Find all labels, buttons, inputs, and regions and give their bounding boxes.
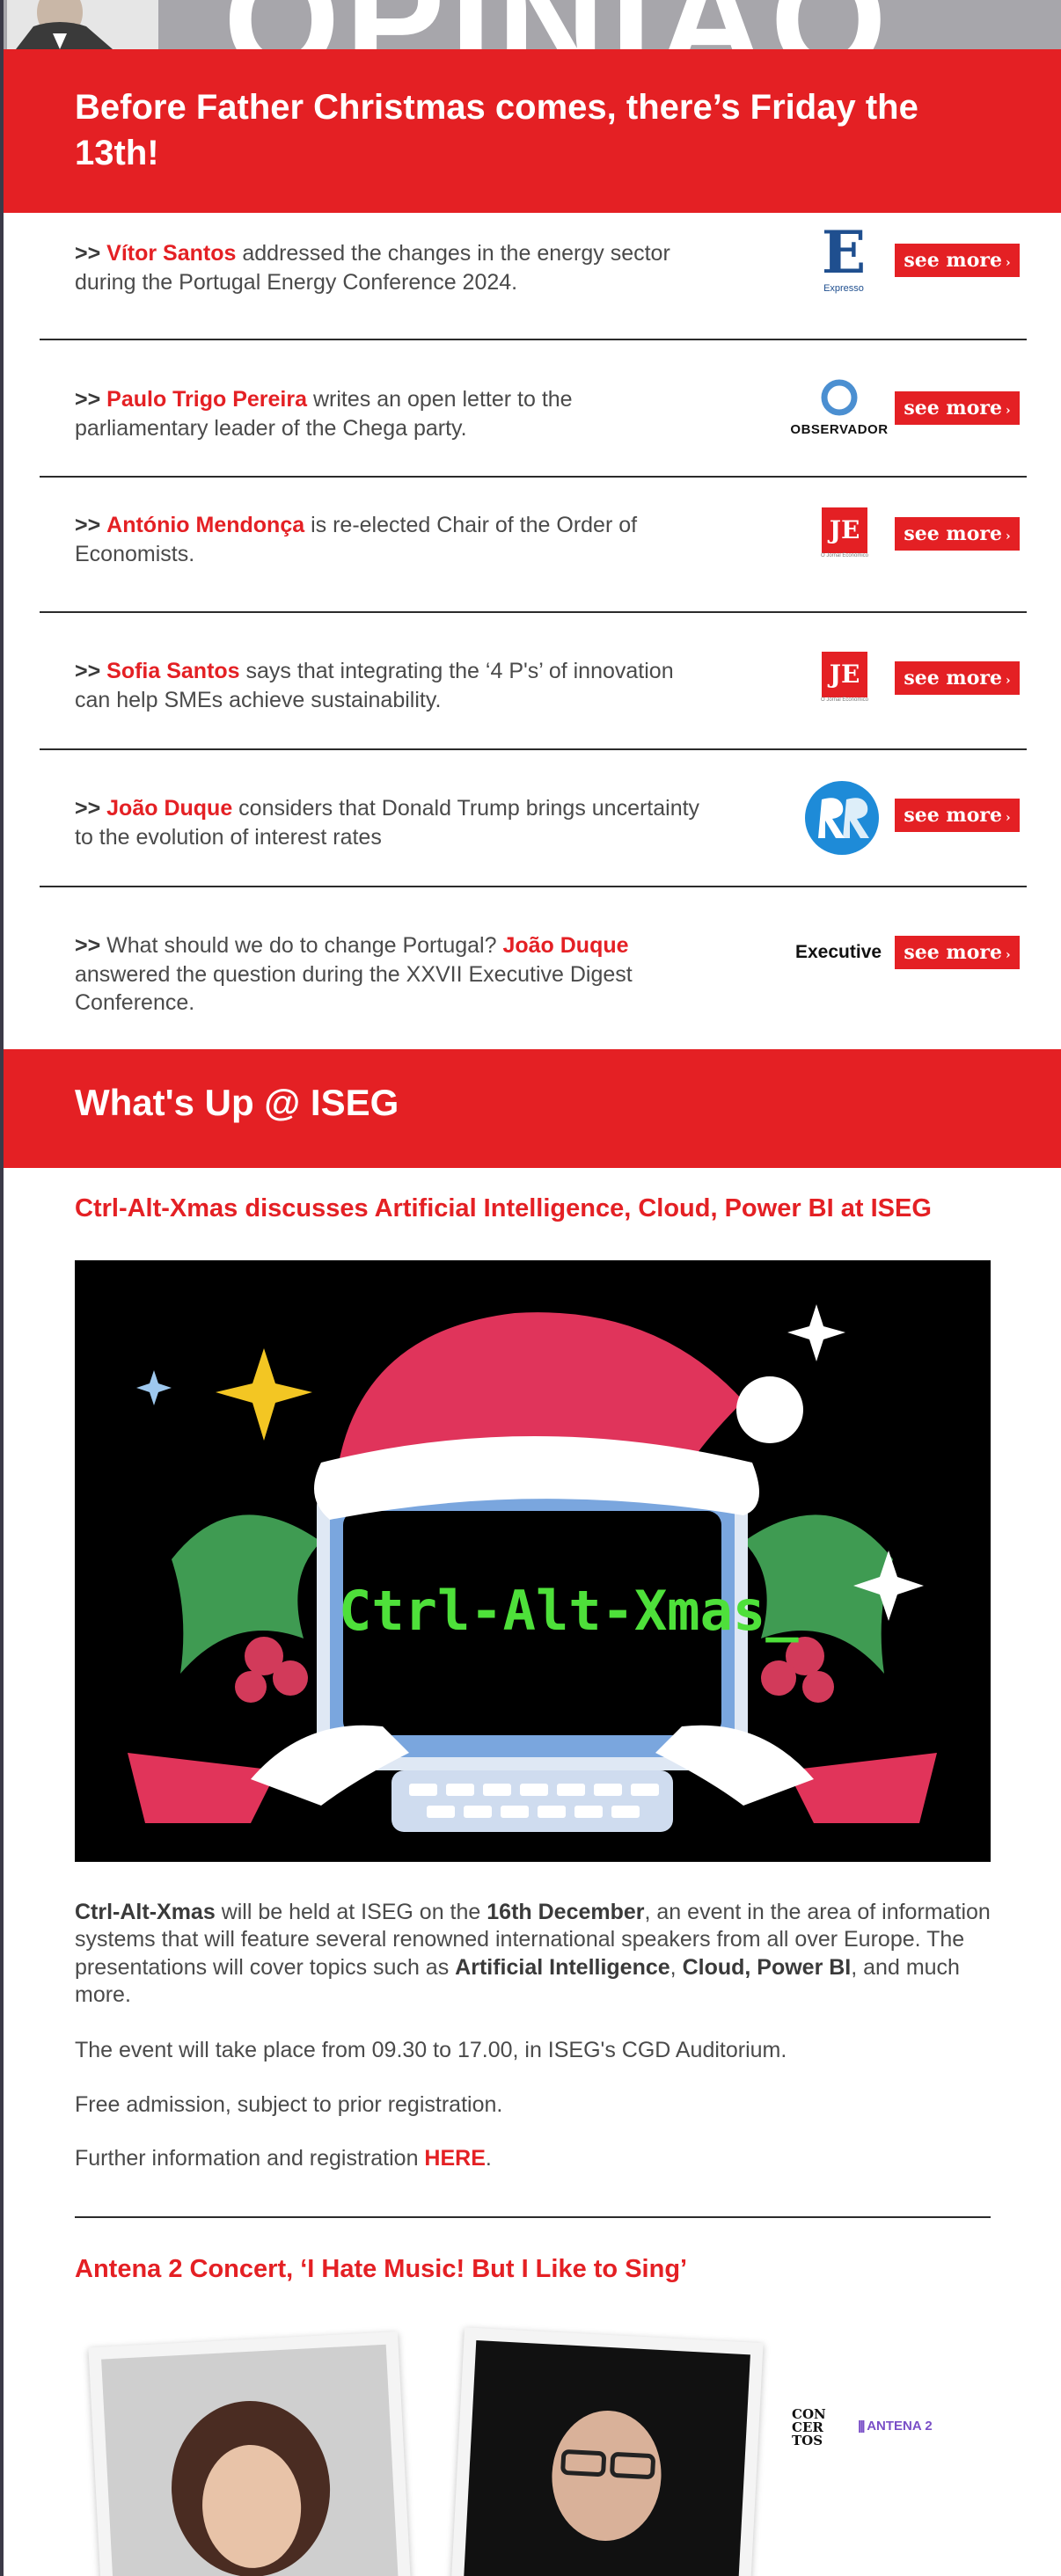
event-description: Ctrl-Alt-Xmas will be held at ISEG on th… [75,1900,991,2007]
opinion-item: >> Paulo Trigo Pereira writes an open le… [4,340,1061,476]
opinion-item: >> Vítor Santos addressed the changes in… [4,213,1061,339]
opinion-text: >> What should we do to change Portugal?… [75,933,633,1015]
see-more-button[interactable]: see more › [895,391,1020,425]
hero-title: Before Father Christmas comes, there’s F… [75,88,918,172]
conductor-photo [450,2327,764,2576]
see-more-button[interactable]: see more › [895,661,1020,695]
concertos-logo: CON CER TOS [792,2406,826,2448]
event-registration: Further information and registration HER… [75,2146,492,2171]
opinion-item: >> Sofia Santos says that integrating th… [4,613,1061,748]
banner-portrait-photo [7,0,158,49]
observador-ring-icon [821,379,858,416]
ctrl-alt-xmas-screen-text: Ctrl-Alt-Xmas_ [339,1579,799,1643]
opinion-item: >> João Duque considers that Donald Trum… [4,750,1061,886]
author-name[interactable]: João Duque [502,933,628,958]
opinion-item: >> What should we do to change Portugal?… [4,887,1061,1049]
expresso-logo[interactable]: E Expresso [813,222,874,301]
rr-logo[interactable] [802,778,882,857]
opinion-item: >> António Mendonça is re-elected Chair … [4,478,1061,611]
see-more-button[interactable]: see more › [895,244,1020,277]
whats-up-title: What's Up @ ISEG [75,1082,399,1123]
singer-photo [88,2331,412,2576]
author-name[interactable]: António Mendonça [106,513,304,537]
opinion-text: >> Vítor Santos addressed the changes in… [75,241,670,295]
see-more-button[interactable]: see more › [895,517,1020,551]
opinion-banner: OPINIÃO [4,0,1061,49]
event-title[interactable]: Ctrl-Alt-Xmas discusses Artificial Intel… [75,1194,932,1223]
rr-radio-icon [805,781,879,855]
left-edge-bar [0,0,4,2576]
concert-title[interactable]: Antena 2 Concert, ‘I Hate Music! But I L… [75,2255,687,2284]
opinion-text: >> Sofia Santos says that integrating th… [75,659,674,712]
whats-up-header: What's Up @ ISEG [4,1049,1061,1168]
author-name[interactable]: Paulo Trigo Pereira [106,387,307,412]
see-more-button[interactable]: see more › [895,799,1020,832]
hero-header: Before Father Christmas comes, there’s F… [4,49,1061,213]
opinion-text: >> Paulo Trigo Pereira writes an open le… [75,387,573,441]
banner-heading-word: OPINIÃO [223,0,892,49]
registration-link[interactable]: HERE [424,2146,485,2171]
antena2-logo: ||| ANTENA 2 [858,2419,933,2434]
event-schedule: The event will take place from 09.30 to … [75,2038,787,2062]
author-name[interactable]: Vítor Santos [106,241,236,266]
observador-logo[interactable]: OBSERVADOR [787,377,892,439]
section-divider [75,2216,991,2218]
opinion-text: >> João Duque considers that Donald Trum… [75,796,700,850]
sound-wave-icon: ||| [858,2419,865,2434]
jornal-economico-logo[interactable]: JE O Jornal Económico [817,507,872,571]
event-admission: Free admission, subject to prior registr… [75,2092,503,2117]
opinion-text: >> António Mendonça is re-elected Chair … [75,513,638,566]
jornal-economico-logo[interactable]: JE O Jornal Económico [817,652,872,715]
author-name[interactable]: João Duque [106,796,232,821]
see-more-button[interactable]: see more › [895,936,1020,969]
executive-logo[interactable]: Executive [795,939,892,966]
author-name[interactable]: Sofia Santos [106,659,239,683]
ctrl-alt-xmas-image[interactable]: Ctrl-Alt-Xmas_ [75,1260,991,1862]
